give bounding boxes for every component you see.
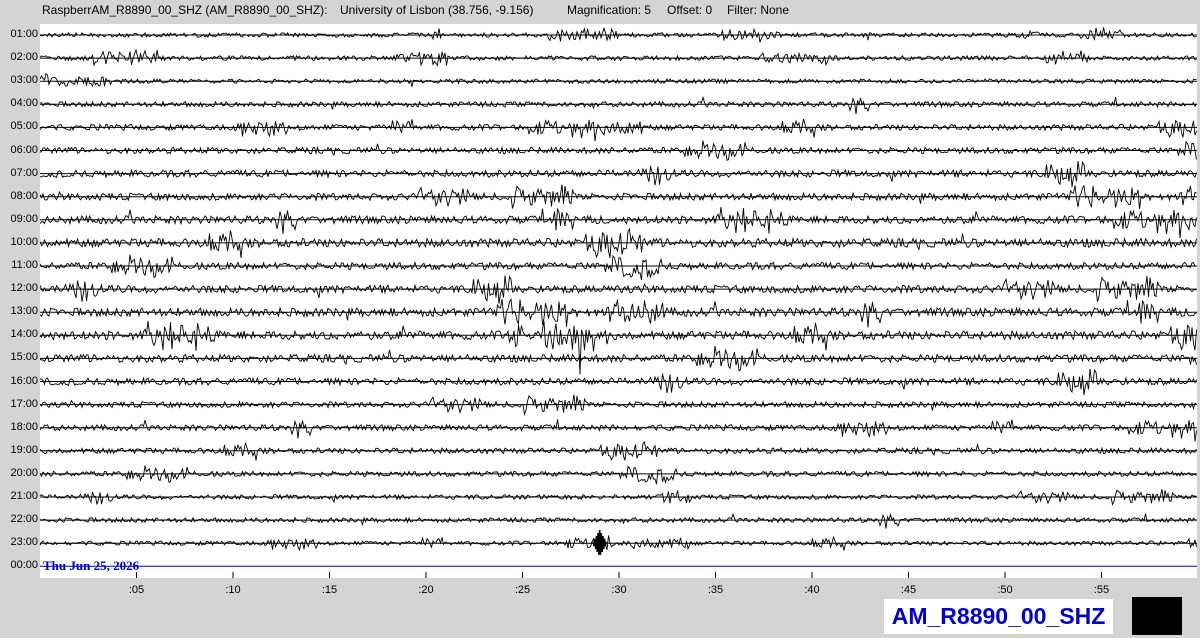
minute-tick-label: :50 — [997, 584, 1013, 596]
trace-line — [40, 298, 1197, 328]
magnification-readout: Magnification: 5 — [567, 3, 652, 17]
trace-line — [40, 118, 1197, 142]
minute-tick-label: :45 — [900, 584, 917, 596]
filter-readout: Filter: None — [727, 3, 790, 17]
hour-label: 22:00 — [10, 513, 38, 526]
hour-label: 02:00 — [10, 51, 38, 64]
minute-tick-label: :35 — [707, 584, 724, 596]
trace-line — [40, 465, 1197, 485]
helicorder-plot[interactable] — [40, 24, 1197, 578]
seismogram-traces — [40, 26, 1197, 578]
minute-tick-label: :40 — [804, 584, 820, 596]
trace-line — [40, 73, 1197, 88]
hour-label: 00:00 — [10, 559, 38, 572]
hour-label: 21:00 — [10, 490, 38, 502]
hour-label: 23:00 — [10, 536, 38, 549]
minute-tick-label: :25 — [514, 584, 531, 596]
header-bar: RaspberrAM_R8890_00_SHZ (AM_R8890_00_SHZ… — [0, 0, 1200, 22]
hour-label: 15:00 — [10, 351, 38, 364]
hour-label: 10:00 — [10, 235, 38, 248]
trace-line — [40, 512, 1197, 529]
hour-label: 12:00 — [10, 282, 38, 295]
hour-label: 09:00 — [10, 212, 38, 225]
status-indicator — [1132, 597, 1182, 635]
date-label: Thu Jun 25, 2026 — [43, 558, 140, 573]
minute-tick-label: :30 — [611, 584, 627, 596]
minute-tick-label: :55 — [1093, 584, 1110, 596]
minute-tick-label: :05 — [128, 584, 145, 596]
trace-line — [40, 419, 1197, 442]
hour-label: 18:00 — [10, 420, 38, 433]
hour-label: 04:00 — [10, 97, 38, 110]
station-badge: AM_R8890_00_SHZ — [884, 599, 1113, 634]
station-title: RaspberrAM_R8890_00_SHZ (AM_R8890_00_SHZ… — [42, 3, 328, 17]
trace-line — [40, 320, 1197, 375]
hour-label: 01:00 — [10, 28, 38, 40]
hour-label: 03:00 — [10, 74, 38, 87]
hour-label: 16:00 — [10, 374, 38, 387]
minute-tick-label: :15 — [321, 584, 338, 596]
hour-label: 14:00 — [10, 328, 38, 341]
event-spike — [592, 530, 607, 555]
trace-line — [40, 206, 1197, 239]
hour-label: 17:00 — [10, 397, 38, 410]
trace-line — [40, 227, 1197, 259]
hour-label: 08:00 — [10, 189, 38, 202]
hour-label: 07:00 — [10, 166, 38, 179]
offset-readout: Offset: 0 — [667, 3, 713, 17]
station-location: University of Lisbon (38.756, -9.156) — [340, 3, 534, 17]
hour-label: 19:00 — [10, 443, 38, 456]
minute-tick-label: :10 — [225, 584, 241, 596]
trace-line — [40, 254, 1197, 281]
hour-label: 05:00 — [10, 120, 38, 133]
hour-label: 11:00 — [11, 259, 38, 271]
minute-tick-label: :20 — [418, 584, 434, 596]
hour-label: 13:00 — [10, 305, 38, 318]
trace-line — [40, 95, 1197, 114]
hour-label: 06:00 — [10, 143, 38, 156]
hour-label: 20:00 — [10, 466, 38, 479]
